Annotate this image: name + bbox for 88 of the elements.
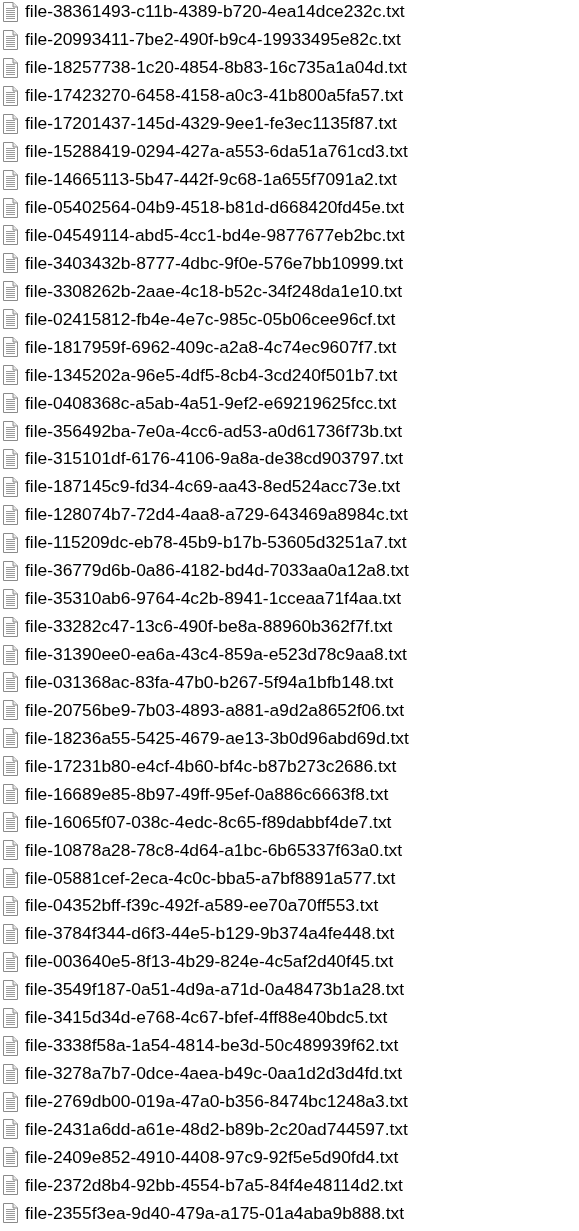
file-name[interactable]: file-18257738-1c20-4854-8b83-16c735a1a04d.txt <box>25 57 407 79</box>
file-name[interactable]: file-17201437-145d-4329-9ee1-fe3ec1135f87.txt <box>25 113 397 135</box>
text-file-icon <box>2 253 18 274</box>
text-file-icon <box>2 281 18 302</box>
file-name[interactable]: file-33282c47-13c6-490f-be8a-88960b362f7f.txt <box>25 616 393 638</box>
text-file-icon <box>2 1035 18 1056</box>
text-file-icon <box>2 532 18 553</box>
text-file-icon <box>2 1063 18 1084</box>
text-file-icon <box>2 393 18 414</box>
file-name[interactable]: file-04549114-abd5-4cc1-bd4e-9877677eb2bc.txt <box>25 224 405 246</box>
file-name[interactable]: file-15288419-0294-427a-a553-6da51a761cd3.txt <box>25 141 408 163</box>
file-name[interactable]: file-3403432b-8777-4dbc-9f0e-576e7bb10999.txt <box>25 252 404 274</box>
text-file-icon <box>2 616 18 637</box>
text-file-icon <box>2 784 18 805</box>
text-file-icon <box>2 840 18 861</box>
file-name[interactable]: file-128074b7-72d4-4aa8-a729-643469a8984c.txt <box>25 504 408 526</box>
text-file-icon <box>2 560 18 581</box>
text-file-icon <box>2 365 18 386</box>
text-file-icon <box>2 923 18 944</box>
file-name[interactable]: file-003640e5-8f13-4b29-824e-4c5af2d40f45.txt <box>25 951 394 973</box>
file-name[interactable]: file-3338f58a-1a54-4814-be3d-50c489939f62.txt <box>25 1035 399 1057</box>
text-file-icon <box>2 812 18 833</box>
text-file-icon <box>2 979 18 1000</box>
file-name[interactable]: file-38361493-c11b-4389-b720-4ea14dce232c.txt <box>25 1 405 23</box>
text-file-icon <box>2 1007 18 1028</box>
file-name[interactable]: file-3278a7b7-0dce-4aea-b49c-0aa1d2d3d4fd.txt <box>25 1063 403 1085</box>
file-name[interactable]: file-31390ee0-ea6a-43c4-859a-e523d78c9aa8.txt <box>25 644 407 666</box>
text-file-icon <box>2 700 18 721</box>
file-name[interactable]: file-2769db00-019a-47a0-b356-8474bc1248a3.txt <box>25 1091 408 1113</box>
text-file-icon <box>2 337 18 358</box>
file-name[interactable]: file-16065f07-038c-4edc-8c65-f89dabbf4de7.txt <box>25 811 392 833</box>
file-name[interactable]: file-35310ab6-9764-4c2b-8941-1cceaa71f4aa.txt <box>25 588 402 610</box>
text-file-icon <box>2 85 18 106</box>
file-name[interactable]: file-315101df-6176-4106-9a8a-de38cd903797.txt <box>25 448 404 470</box>
file-name[interactable]: file-20993411-7be2-490f-b9c4-19933495e82c.txt <box>25 29 401 51</box>
text-file-icon <box>2 57 18 78</box>
file-name[interactable]: file-2355f3ea-9d40-479a-a175-01a4aba9b888.txt <box>25 1202 405 1224</box>
text-file-icon <box>2 169 18 190</box>
file-name[interactable]: file-031368ac-83fa-47b0-b267-5f94a1bfb148.txt <box>25 671 394 693</box>
file-name[interactable]: file-17423270-6458-4158-a0c3-41b800a5fa57.txt <box>25 85 404 107</box>
text-file-icon <box>2 1091 18 1112</box>
text-file-icon <box>2 895 18 916</box>
file-name[interactable]: file-0408368c-a5ab-4a51-9ef2-e69219625fcc.txt <box>25 392 397 414</box>
text-file-icon <box>2 113 18 134</box>
file-name[interactable]: file-2372d8b4-92bb-4554-b7a5-84f4e48114d2.txt <box>25 1174 403 1196</box>
text-file-icon <box>2 29 18 50</box>
file-name[interactable]: file-356492ba-7e0a-4cc6-ad53-a0d61736f73b.txt <box>25 420 403 442</box>
file-name[interactable]: file-17231b80-e4cf-4b60-bf4c-b87b273c2686.txt <box>25 755 397 777</box>
text-file-icon <box>2 225 18 246</box>
text-file-icon <box>2 141 18 162</box>
text-file-icon <box>2 1203 18 1224</box>
file-name[interactable]: file-2409e852-4910-4408-97c9-92f5e5d90fd4.txt <box>25 1146 399 1168</box>
file-name[interactable]: file-16689e85-8b97-49ff-95ef-0a886c6663f8.txt <box>25 783 389 805</box>
file-name[interactable]: file-14665113-5b47-442f-9c68-1a655f7091a2.txt <box>25 169 397 191</box>
file-name[interactable]: file-18236a55-5425-4679-ae13-3b0d96abd69d.txt <box>25 727 409 749</box>
text-file-icon <box>2 504 18 525</box>
file-name[interactable]: file-05402564-04b9-4518-b81d-d668420fd45e.txt <box>25 197 405 219</box>
file-name[interactable]: file-36779d6b-0a86-4182-bd4d-7033aa0a12a8.txt <box>25 560 409 582</box>
file-name[interactable]: file-2431a6dd-a61e-48d2-b89b-2c20ad744597.txt <box>25 1118 408 1140</box>
text-file-icon <box>2 756 18 777</box>
file-name[interactable]: file-3308262b-2aae-4c18-b52c-34f248da1e10.txt <box>25 280 403 302</box>
text-file-icon <box>2 728 18 749</box>
file-name[interactable]: file-04352bff-f39c-492f-a589-ee70a70ff553.txt <box>25 895 379 917</box>
text-file-icon <box>2 1175 18 1196</box>
text-file-icon <box>2 1147 18 1168</box>
file-name[interactable]: file-115209dc-eb78-45b9-b17b-53605d3251a7.txt <box>25 532 407 554</box>
file-name[interactable]: file-02415812-fb4e-4e7c-985c-05b06cee96cf.txt <box>25 308 396 330</box>
text-file-icon <box>2 588 18 609</box>
file-name[interactable]: file-10878a28-78c8-4d64-a1bc-6b65337f63a0.txt <box>25 839 403 861</box>
file-name[interactable]: file-1817959f-6962-409c-a2a8-4c74ec9607f7.txt <box>25 336 397 358</box>
text-file-icon <box>2 1 18 22</box>
text-file-icon <box>2 448 18 469</box>
file-name[interactable]: file-3549f187-0a51-4d9a-a71d-0a48473b1a28.txt <box>25 979 405 1001</box>
text-file-icon <box>2 309 18 330</box>
text-file-icon <box>2 672 18 693</box>
file-name[interactable]: file-20756be9-7b03-4893-a881-a9d2a8652f06.txt <box>25 699 405 721</box>
text-file-icon <box>2 644 18 665</box>
text-file-icon <box>2 421 18 442</box>
file-name[interactable]: file-3415d34d-e768-4c67-bfef-4ff88e40bdc5.txt <box>25 1007 388 1029</box>
text-file-icon <box>2 476 18 497</box>
text-file-icon <box>2 1119 18 1140</box>
file-name[interactable]: file-1345202a-96e5-4df5-8cb4-3cd240f501b7.txt <box>25 364 398 386</box>
text-file-icon <box>2 951 18 972</box>
file-name[interactable]: file-05881cef-2eca-4c0c-bba5-a7bf8891a577.txt <box>25 867 396 889</box>
file-name[interactable]: file-187145c9-fd34-4c69-aa43-8ed524acc73e.txt <box>25 476 401 498</box>
text-file-icon <box>2 868 18 889</box>
text-file-icon <box>2 197 18 218</box>
file-name[interactable]: file-3784f344-d6f3-44e5-b129-9b374a4fe448.txt <box>25 923 395 945</box>
